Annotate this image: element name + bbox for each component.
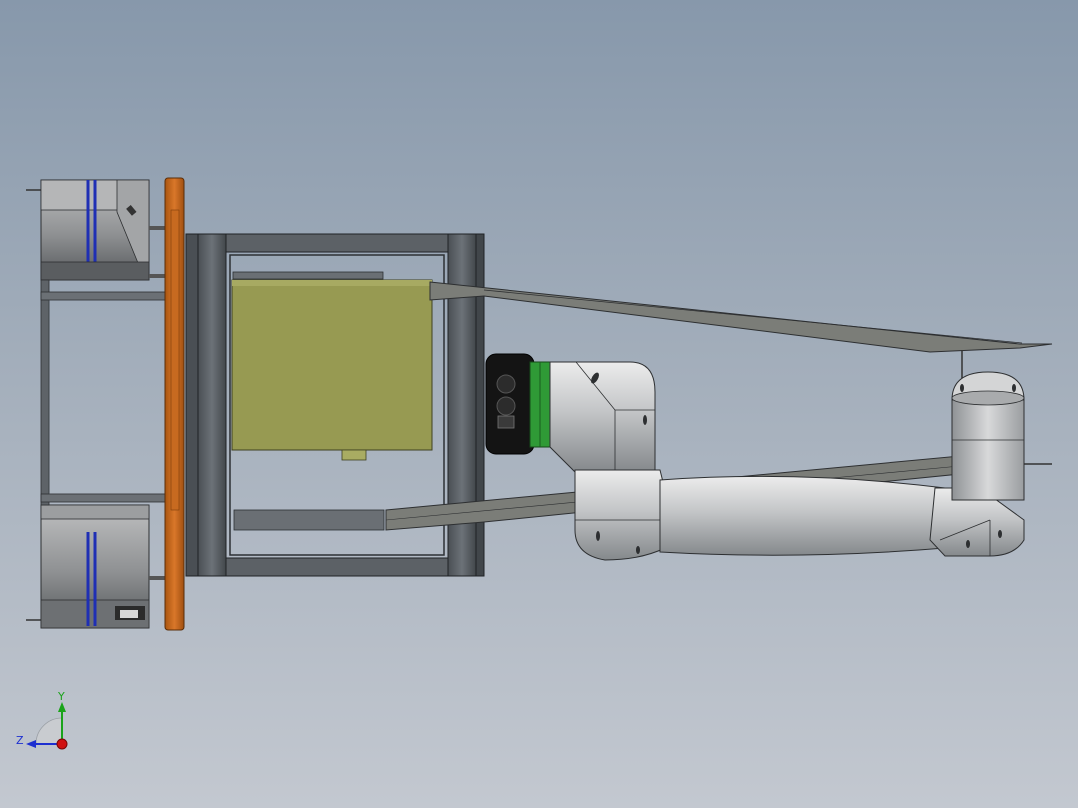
mounting-plate	[164, 177, 185, 631]
cad-viewport[interactable]: Y Z	[0, 0, 1078, 808]
robot-arm	[485, 353, 1025, 561]
z-axis-label: Z	[16, 734, 24, 747]
chassis-frame-left	[40, 279, 175, 506]
y-axis-arrow-icon	[58, 702, 66, 712]
z-axis-arrow-icon	[26, 740, 36, 748]
drive-module-top	[26, 179, 167, 281]
assembly-model[interactable]: Y Z	[0, 0, 1078, 808]
y-axis-label: Y	[57, 690, 65, 703]
x-axis-dot-icon	[56, 738, 68, 750]
control-box	[231, 279, 433, 461]
drive-module-bottom	[26, 504, 167, 629]
orientation-triad[interactable]: Y Z	[16, 690, 68, 750]
